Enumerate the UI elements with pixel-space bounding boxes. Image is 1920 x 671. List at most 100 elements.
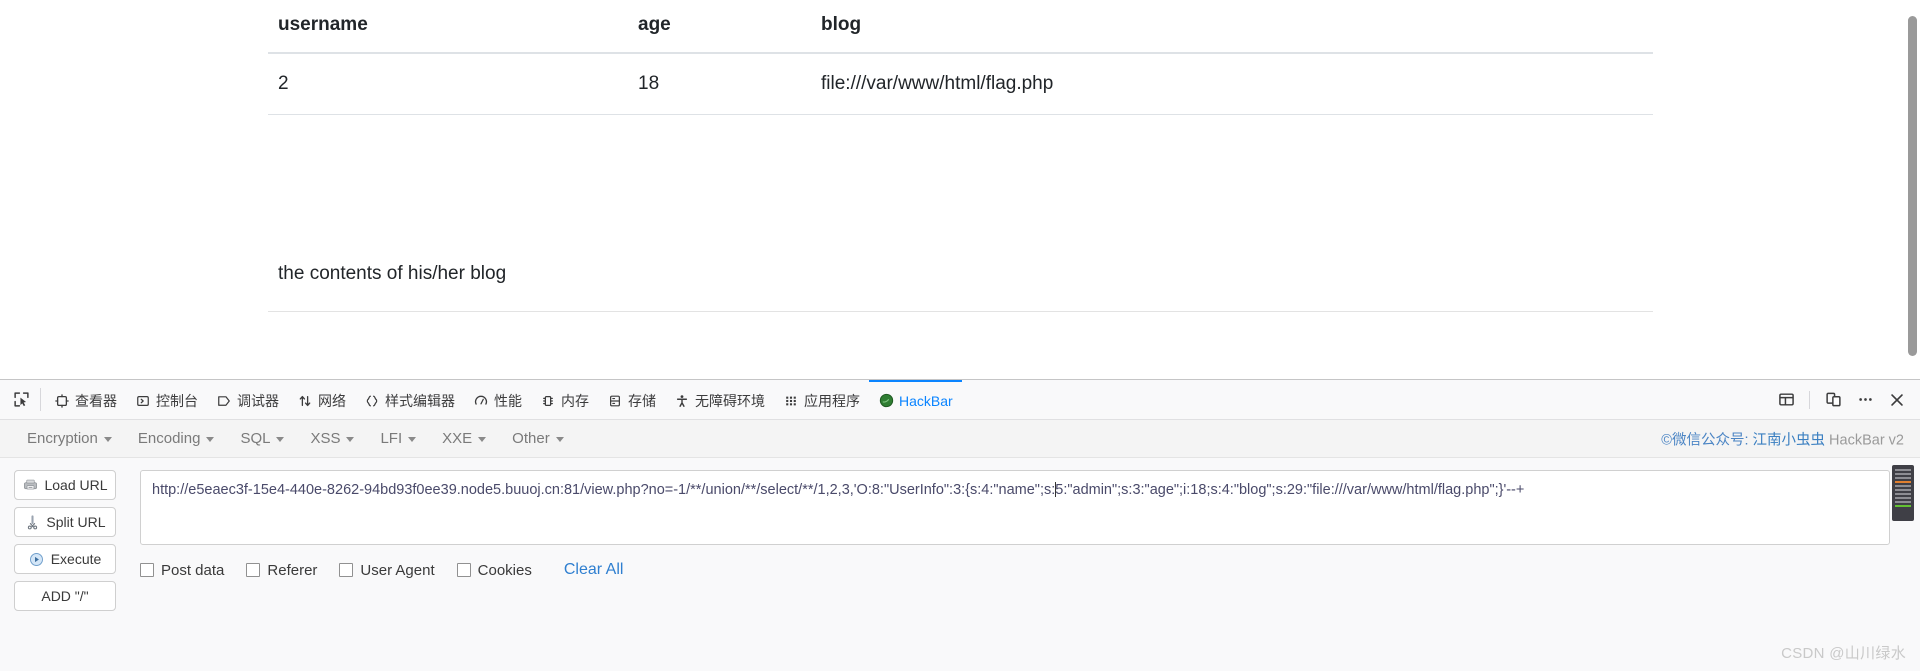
devtools-panel: 查看器 控制台 调试器 网络 样式编辑器 性能 内存 存储 无障碍环境 应用程序… bbox=[0, 379, 1920, 671]
tab-debugger[interactable]: 调试器 bbox=[207, 380, 288, 419]
load-url-button[interactable]: Load URL bbox=[14, 470, 116, 500]
chevron-down-icon bbox=[346, 437, 355, 442]
toolbar-right-divider bbox=[1809, 390, 1810, 409]
checkbox-box[interactable] bbox=[140, 563, 154, 577]
minimap-line bbox=[1895, 469, 1911, 471]
close-devtools-icon[interactable] bbox=[1882, 385, 1912, 415]
button-label: Split URL bbox=[46, 514, 106, 530]
hackbar-credit: ©微信公众号: 江南小虫虫 HackBar v2 bbox=[1661, 428, 1904, 449]
hackbar-icon bbox=[878, 393, 894, 409]
tab-style-editor[interactable]: 样式编辑器 bbox=[355, 380, 464, 419]
tab-label: 性能 bbox=[494, 392, 522, 409]
cell-age: 18 bbox=[628, 53, 811, 115]
url-text-after-caret: 5:"admin";s:3:"age";i:18;s:4:"blog";s:29… bbox=[1055, 482, 1525, 498]
credit-link[interactable]: 江南小虫虫 bbox=[1753, 432, 1826, 448]
tab-hackbar[interactable]: HackBar bbox=[869, 380, 962, 419]
menu-label: Encryption bbox=[27, 430, 98, 447]
tab-inspector[interactable]: 查看器 bbox=[45, 380, 126, 419]
chevron-down-icon bbox=[276, 437, 285, 442]
tab-performance[interactable]: 性能 bbox=[464, 380, 531, 419]
menu-sql[interactable]: SQL bbox=[227, 426, 297, 451]
checkbox-box[interactable] bbox=[456, 563, 471, 577]
table-header-row: username age blog bbox=[268, 0, 1653, 54]
checkbox-box[interactable] bbox=[339, 563, 354, 577]
clear-all-link[interactable]: Clear All bbox=[564, 561, 624, 579]
devtools-toolbar: 查看器 控制台 调试器 网络 样式编辑器 性能 内存 存储 无障碍环境 应用程序… bbox=[0, 380, 1920, 420]
textarea-resize-grip[interactable] bbox=[1873, 528, 1887, 542]
more-options-icon[interactable] bbox=[1850, 385, 1880, 415]
load-url-icon bbox=[22, 477, 38, 493]
responsive-design-mode-icon[interactable] bbox=[1818, 385, 1848, 415]
add-slash-button[interactable]: ADD "/" bbox=[14, 581, 116, 611]
split-url-icon bbox=[24, 514, 40, 530]
menu-lfi[interactable]: LFI bbox=[367, 426, 429, 451]
chevron-down-icon bbox=[206, 437, 215, 442]
minimap-line bbox=[1895, 501, 1911, 503]
menu-xss[interactable]: XSS bbox=[297, 426, 367, 451]
checkbox-label: Referer bbox=[267, 561, 318, 579]
checkbox-referer[interactable]: Referer bbox=[246, 562, 317, 579]
execute-button[interactable]: Execute bbox=[14, 544, 116, 574]
checkbox-box[interactable] bbox=[246, 563, 261, 577]
hackbar-menu-bar: Encryption Encoding SQL XSS LFI XXE Othe… bbox=[0, 420, 1920, 458]
hackbar-action-buttons: Load URL Split URL Execute ADD "/" bbox=[14, 470, 116, 618]
toolbar-divider bbox=[40, 388, 41, 411]
minimap-line bbox=[1895, 489, 1911, 491]
application-icon bbox=[783, 393, 799, 409]
menu-label: XSS bbox=[310, 430, 341, 447]
menu-label: LFI bbox=[380, 430, 403, 447]
accessibility-icon bbox=[674, 393, 690, 409]
tab-storage[interactable]: 存储 bbox=[598, 380, 665, 419]
execute-icon bbox=[29, 551, 45, 567]
url-minimap[interactable] bbox=[1892, 465, 1914, 521]
cell-username: 2 bbox=[268, 53, 628, 115]
browser-page-content: username age blog 2 18 file:///var/www/h… bbox=[0, 0, 1920, 379]
menu-encoding[interactable]: Encoding bbox=[125, 426, 228, 451]
tab-label: HackBar bbox=[899, 392, 953, 409]
page-scrollbar-thumb[interactable] bbox=[1908, 16, 1917, 356]
menu-label: Other bbox=[512, 430, 550, 447]
button-label: Load URL bbox=[44, 477, 108, 493]
tab-console[interactable]: 控制台 bbox=[126, 380, 207, 419]
tab-label: 样式编辑器 bbox=[385, 392, 455, 409]
minimap-line bbox=[1895, 497, 1911, 499]
table-row: 2 18 file:///var/www/html/flag.php bbox=[268, 53, 1653, 115]
tab-label: 存储 bbox=[628, 392, 656, 409]
button-label: ADD "/" bbox=[41, 588, 89, 604]
tab-memory[interactable]: 内存 bbox=[531, 380, 598, 419]
console-icon bbox=[135, 393, 151, 409]
devtools-tab-list: 查看器 控制台 调试器 网络 样式编辑器 性能 内存 存储 无障碍环境 应用程序… bbox=[45, 380, 1771, 419]
cell-blog: file:///var/www/html/flag.php bbox=[811, 53, 1653, 115]
page-scrollbar[interactable] bbox=[1908, 16, 1917, 356]
tab-network[interactable]: 网络 bbox=[288, 380, 355, 419]
menu-encryption[interactable]: Encryption bbox=[14, 426, 125, 451]
minimap-line bbox=[1895, 473, 1911, 475]
menu-other[interactable]: Other bbox=[499, 426, 577, 451]
dock-layout-icon[interactable] bbox=[1771, 385, 1801, 415]
performance-icon bbox=[473, 393, 489, 409]
chevron-down-icon bbox=[478, 437, 487, 442]
checkbox-label: User Agent bbox=[360, 561, 435, 579]
menu-xxe[interactable]: XXE bbox=[429, 426, 499, 451]
split-url-button[interactable]: Split URL bbox=[14, 507, 116, 537]
tab-application[interactable]: 应用程序 bbox=[774, 380, 869, 419]
checkbox-post-data[interactable]: Post data bbox=[140, 562, 224, 579]
checkbox-cookies[interactable]: Cookies bbox=[456, 561, 532, 579]
hackbar-menu-items: Encryption Encoding SQL XSS LFI XXE Othe… bbox=[0, 426, 577, 451]
checkbox-user-agent[interactable]: User Agent bbox=[339, 561, 435, 579]
results-table: username age blog 2 18 file:///var/www/h… bbox=[268, 0, 1653, 115]
menu-label: SQL bbox=[240, 430, 271, 447]
minimap-line-highlight bbox=[1895, 481, 1911, 483]
tab-label: 控制台 bbox=[156, 392, 198, 409]
tab-label: 内存 bbox=[561, 392, 589, 409]
checkbox-label: Cookies bbox=[477, 561, 532, 579]
horizontal-divider bbox=[268, 311, 1653, 312]
element-picker-icon[interactable] bbox=[4, 380, 38, 419]
hackbar-options-row: Post data Referer User Agent Cookies Cle… bbox=[140, 561, 623, 579]
debugger-icon bbox=[216, 393, 232, 409]
style-editor-icon bbox=[364, 393, 380, 409]
checkbox-label: Post data bbox=[161, 561, 225, 579]
page-inner: username age blog 2 18 file:///var/www/h… bbox=[268, 0, 1653, 312]
url-input[interactable]: http://e5eaec3f-15e4-440e-8262-94bd93f0e… bbox=[140, 470, 1890, 545]
tab-accessibility[interactable]: 无障碍环境 bbox=[665, 380, 774, 419]
